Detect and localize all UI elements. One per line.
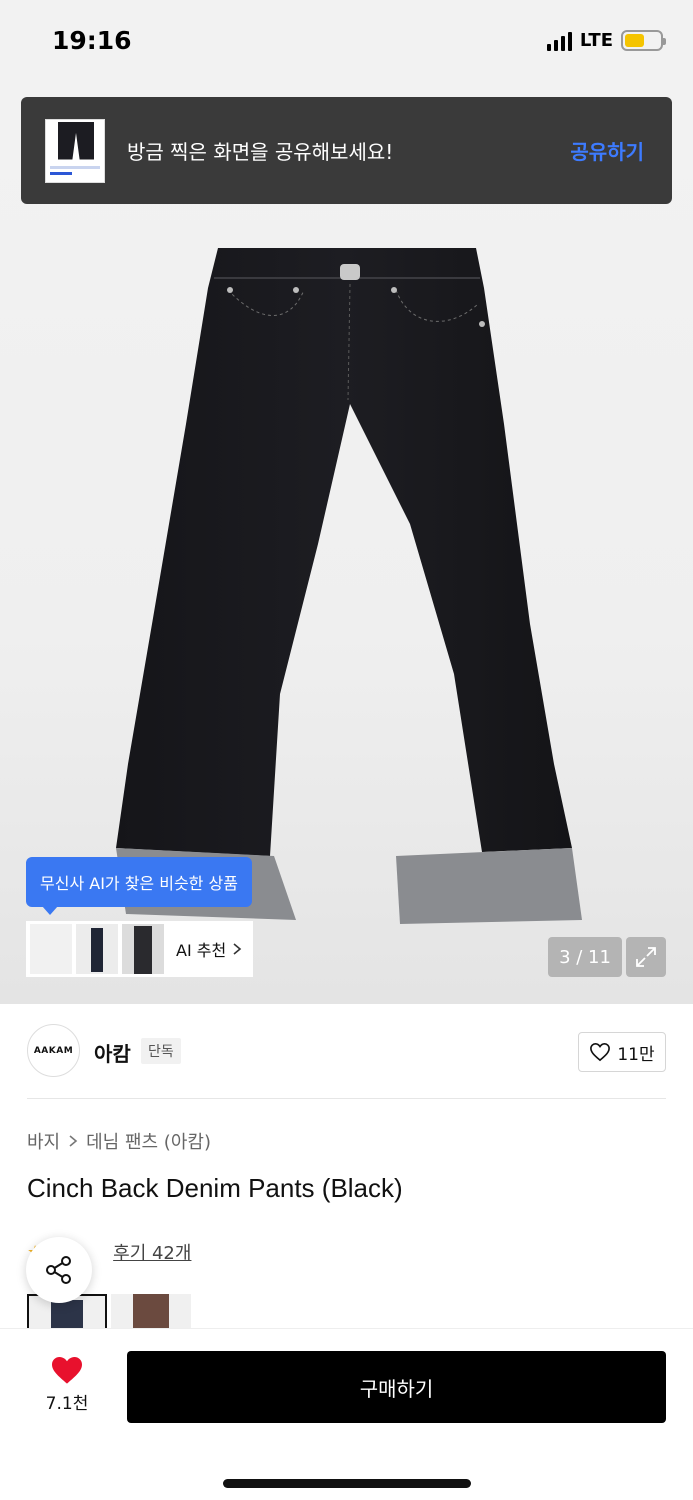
signal-icon (546, 31, 572, 51)
brand-row: AAKAM 아캄 단독 11만 (0, 1004, 693, 1100)
wishlist-count: 7.1천 (45, 1394, 89, 1414)
home-indicator (223, 1479, 471, 1488)
image-counter: 3 / 11 (548, 937, 622, 977)
buy-button[interactable]: 구매하기 (127, 1351, 666, 1423)
brand-name[interactable]: 아캄 (94, 1038, 131, 1067)
share-screenshot-toast: 방금 찍은 화면을 공유해보세요! 공유하기 (21, 97, 672, 204)
status-time: 19:16 (52, 26, 132, 55)
share-fab[interactable] (26, 1237, 92, 1303)
pants-illustration (116, 248, 582, 924)
like-button[interactable]: 11만 (578, 1032, 666, 1072)
bottom-action-bar: 7.1천 구매하기 (0, 1328, 693, 1500)
ai-recommend-strip[interactable]: AI 추천 (26, 921, 253, 977)
breadcrumb: 바지 데님 팬츠 (아캄) (27, 1128, 211, 1154)
heart-outline-icon (590, 1042, 611, 1062)
breadcrumb-category[interactable]: 바지 (27, 1128, 60, 1154)
ai-thumbnail[interactable] (76, 924, 118, 974)
ai-similar-tooltip: 무신사 AI가 찾은 비슷한 상품 (26, 857, 252, 915)
divider (27, 1098, 666, 1099)
ai-thumbnail[interactable] (122, 924, 164, 974)
product-image (110, 244, 590, 934)
breadcrumb-subcategory[interactable]: 데님 팬츠 (아캄) (86, 1128, 211, 1154)
share-icon (46, 1256, 71, 1284)
chevron-right-icon (69, 1135, 78, 1147)
product-title: Cinch Back Denim Pants (Black) (27, 1173, 403, 1203)
chevron-right-icon (233, 943, 242, 955)
review-count-link[interactable]: 후기 42개 (113, 1239, 191, 1265)
share-toast-message: 방금 찍은 화면을 공유해보세요! (127, 140, 394, 164)
ai-recommend-label: AI 추천 (176, 941, 227, 960)
expand-icon[interactable] (626, 937, 666, 977)
battery-icon (621, 30, 666, 51)
screenshot-thumbnail (45, 118, 105, 183)
review-photo[interactable] (111, 1294, 191, 1330)
ai-recommend-link[interactable]: AI 추천 (176, 937, 242, 961)
battery-level (625, 34, 644, 47)
heart-filled-icon (52, 1357, 82, 1384)
wishlist-button[interactable]: 7.1천 (40, 1355, 94, 1414)
ai-thumbnail[interactable] (30, 924, 72, 974)
share-button[interactable]: 공유하기 (570, 136, 644, 165)
brand-logo[interactable]: AAKAM (27, 1024, 80, 1077)
exclusive-badge: 단독 (141, 1038, 181, 1064)
network-label: LTE (579, 30, 613, 51)
status-bar: 19:16 LTE (0, 0, 693, 84)
status-indicators: LTE (546, 30, 666, 51)
like-count: 11만 (617, 1044, 655, 1065)
